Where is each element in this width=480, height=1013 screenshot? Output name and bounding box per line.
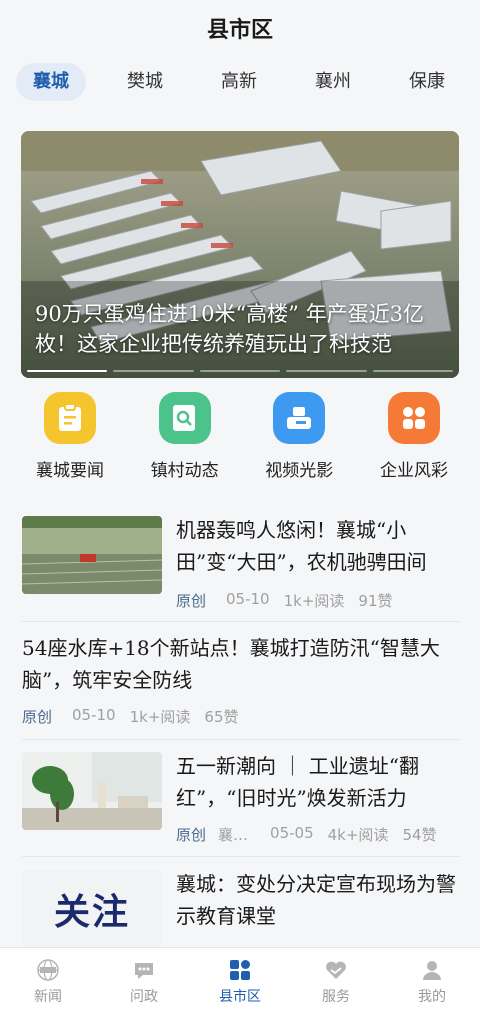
news-date: 05-05 xyxy=(270,824,314,842)
carousel-dot xyxy=(372,370,454,372)
news-reads: 1k+阅读 xyxy=(283,592,345,610)
tab-label: 我的 xyxy=(418,989,446,1005)
bottom-tab-bar: 新闻 问政 县市区 服务 我的 xyxy=(0,947,480,1013)
news-reads: 1k+阅读 xyxy=(129,708,191,726)
tab-county[interactable]: 县市区 xyxy=(192,948,288,1013)
tab-label: 新闻 xyxy=(34,989,62,1005)
tab-xiangzhou[interactable]: 襄州 xyxy=(298,63,368,101)
news-date: 05-10 xyxy=(72,706,116,724)
user-icon xyxy=(423,961,441,980)
news-title[interactable]: 机器轰鸣人悠闲！襄城“小田”变“大田”，农机驰骋田间 xyxy=(176,514,460,578)
shortcut-town-news[interactable]: 镇村动态 xyxy=(135,392,235,481)
carousel-indicator xyxy=(21,370,459,372)
news-item[interactable]: 关注 襄城：变处分决定宣布现场为警示教育课堂 xyxy=(22,868,460,948)
shortcut-label: 企业风彩 xyxy=(379,461,448,481)
grid-squares-icon xyxy=(230,960,250,980)
news-title[interactable]: 五一新潮向 ｜ 工业遗址“翻红”，“旧时光”焕发新活力 xyxy=(176,750,460,814)
news-title[interactable]: 襄城：变处分决定宣布现场为警示教育课堂 xyxy=(176,868,460,932)
search-doc-icon xyxy=(158,392,211,444)
news-date: 05-10 xyxy=(226,590,270,608)
shortcut-video[interactable]: 视频光影 xyxy=(249,392,349,481)
tab-news[interactable]: 新闻 xyxy=(0,948,96,1013)
banner-caption[interactable]: 90万只蛋鸡住进10米“高楼” 年产蛋近3亿枚！这家企业把传统养殖玩出了科技范 xyxy=(35,299,449,359)
video-camera-icon xyxy=(273,392,326,444)
news-meta: 原创 05-10 1k+阅读 91赞 xyxy=(176,590,460,611)
news-meta: 原创 襄… 05-05 4k+阅读 54赞 xyxy=(176,824,460,845)
thumb-text: 关注 xyxy=(53,892,130,933)
news-item[interactable]: 五一新潮向 ｜ 工业遗址“翻红”，“旧时光”焕发新活力 原创 襄… 05-05 … xyxy=(22,750,460,848)
news-title[interactable]: 54座水库+18个新站点！襄城打造防汛“智慧大脑”，筑牢安全防线 xyxy=(22,632,460,696)
page-title: 县市区 xyxy=(206,17,273,43)
news-meta: 原创 05-10 1k+阅读 65赞 xyxy=(22,706,460,727)
header: 县市区 xyxy=(0,0,480,56)
banner-carousel[interactable]: 90万只蛋鸡住进10米“高楼” 年产蛋近3亿枚！这家企业把传统养殖玩出了科技范 xyxy=(21,131,459,378)
tab-gaoxin[interactable]: 高新 xyxy=(204,63,274,101)
shortcut-xiangcheng-news[interactable]: 襄城要闻 xyxy=(20,392,120,481)
tab-mine[interactable]: 我的 xyxy=(384,948,480,1013)
divider xyxy=(22,856,460,857)
carousel-dot xyxy=(199,370,281,372)
news-likes: 91赞 xyxy=(358,592,393,610)
globe-news-icon xyxy=(37,959,59,981)
news-reads: 4k+阅读 xyxy=(327,826,389,844)
original-tag: 原创 xyxy=(176,826,207,844)
carousel-dot xyxy=(286,370,367,372)
tab-label: 问政 xyxy=(130,989,158,1005)
region-tabs: 襄城 樊城 高新 襄州 保康 xyxy=(0,56,480,108)
original-tag: 原创 xyxy=(22,708,53,726)
shortcut-label: 视频光影 xyxy=(265,461,334,481)
news-thumbnail xyxy=(22,752,162,830)
divider xyxy=(22,739,460,740)
news-item[interactable]: 54座水库+18个新站点！襄城打造防汛“智慧大脑”，筑牢安全防线 原创 05-1… xyxy=(22,632,460,727)
tab-baokang[interactable]: 保康 xyxy=(392,63,462,101)
divider xyxy=(22,621,460,622)
document-icon xyxy=(44,392,96,444)
shortcut-grid: 襄城要闻 镇村动态 视频光影 企业风彩 xyxy=(0,392,480,481)
tab-label: 服务 xyxy=(322,989,350,1005)
news-source: 襄… xyxy=(218,826,249,844)
news-item[interactable]: 机器轰鸣人悠闲！襄城“小田”变“大田”，农机驰骋田间 原创 05-10 1k+阅… xyxy=(22,514,460,610)
tab-service[interactable]: 服务 xyxy=(288,948,384,1013)
carousel-dot xyxy=(27,370,108,372)
news-thumbnail: 关注 xyxy=(22,870,162,948)
shortcut-label: 镇村动态 xyxy=(150,461,219,481)
chat-icon xyxy=(135,963,153,979)
news-likes: 54赞 xyxy=(402,826,437,844)
original-tag: 原创 xyxy=(176,592,207,610)
grid-icon xyxy=(387,392,440,444)
shortcut-label: 襄城要闻 xyxy=(36,461,104,481)
news-thumbnail xyxy=(22,516,162,594)
tab-fancheng[interactable]: 樊城 xyxy=(110,63,180,101)
heart-hands-icon xyxy=(326,961,346,979)
shortcut-enterprise[interactable]: 企业风彩 xyxy=(364,392,464,481)
tab-wenzheng[interactable]: 问政 xyxy=(96,948,192,1013)
tab-label: 县市区 xyxy=(219,989,261,1005)
tab-xiangcheng[interactable]: 襄城 xyxy=(16,63,86,101)
carousel-dot xyxy=(113,370,194,372)
news-likes: 65赞 xyxy=(204,708,239,726)
